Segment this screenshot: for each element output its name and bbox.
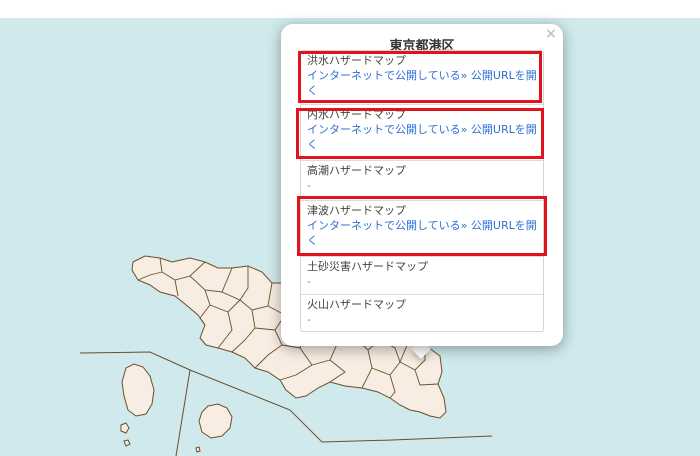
published-link[interactable]: インターネットで公開している: [307, 219, 461, 232]
hazard-item-storm-surge: 高潮ハザードマップ -: [301, 161, 543, 201]
link-separator: »: [460, 219, 468, 232]
island-oshima[interactable]: [121, 363, 155, 417]
island-small-2[interactable]: [123, 439, 131, 447]
hazard-name: 洪水ハザードマップ: [307, 54, 406, 67]
hazard-value: -: [307, 179, 311, 192]
hazard-map-list: 洪水ハザードマップ インターネットで公開している» 公開URLを開く 内水ハザー…: [300, 50, 544, 332]
hazard-item-flood: 洪水ハザードマップ インターネットで公開している» 公開URLを開く: [301, 51, 543, 105]
hazard-name: 土砂災害ハザードマップ: [307, 260, 428, 273]
link-separator: »: [460, 123, 468, 136]
island-small-3[interactable]: [195, 446, 201, 453]
hazard-item-volcano: 火山ハザードマップ -: [301, 295, 543, 332]
published-link[interactable]: インターネットで公開している: [307, 123, 461, 136]
published-link[interactable]: インターネットで公開している: [307, 69, 461, 82]
hazard-item-landslide: 土砂災害ハザードマップ -: [301, 257, 543, 295]
hazard-value: -: [307, 313, 311, 326]
info-popup: × 東京都港区 洪水ハザードマップ インターネットで公開している» 公開URLを…: [281, 24, 563, 346]
hazard-name: 高潮ハザードマップ: [307, 164, 406, 177]
hazard-item-inland-flood: 内水ハザードマップ インターネットで公開している» 公開URLを開く: [301, 105, 543, 161]
island-toshima[interactable]: [198, 403, 233, 439]
island-small-1[interactable]: [120, 422, 130, 434]
hazard-name: 津波ハザードマップ: [307, 204, 406, 217]
hazard-name: 火山ハザードマップ: [307, 298, 406, 311]
hazard-item-tsunami: 津波ハザードマップ インターネットで公開している» 公開URLを開く: [301, 201, 543, 257]
link-separator: »: [460, 69, 468, 82]
hazard-name: 内水ハザードマップ: [307, 108, 406, 121]
hazard-value: -: [307, 275, 311, 288]
